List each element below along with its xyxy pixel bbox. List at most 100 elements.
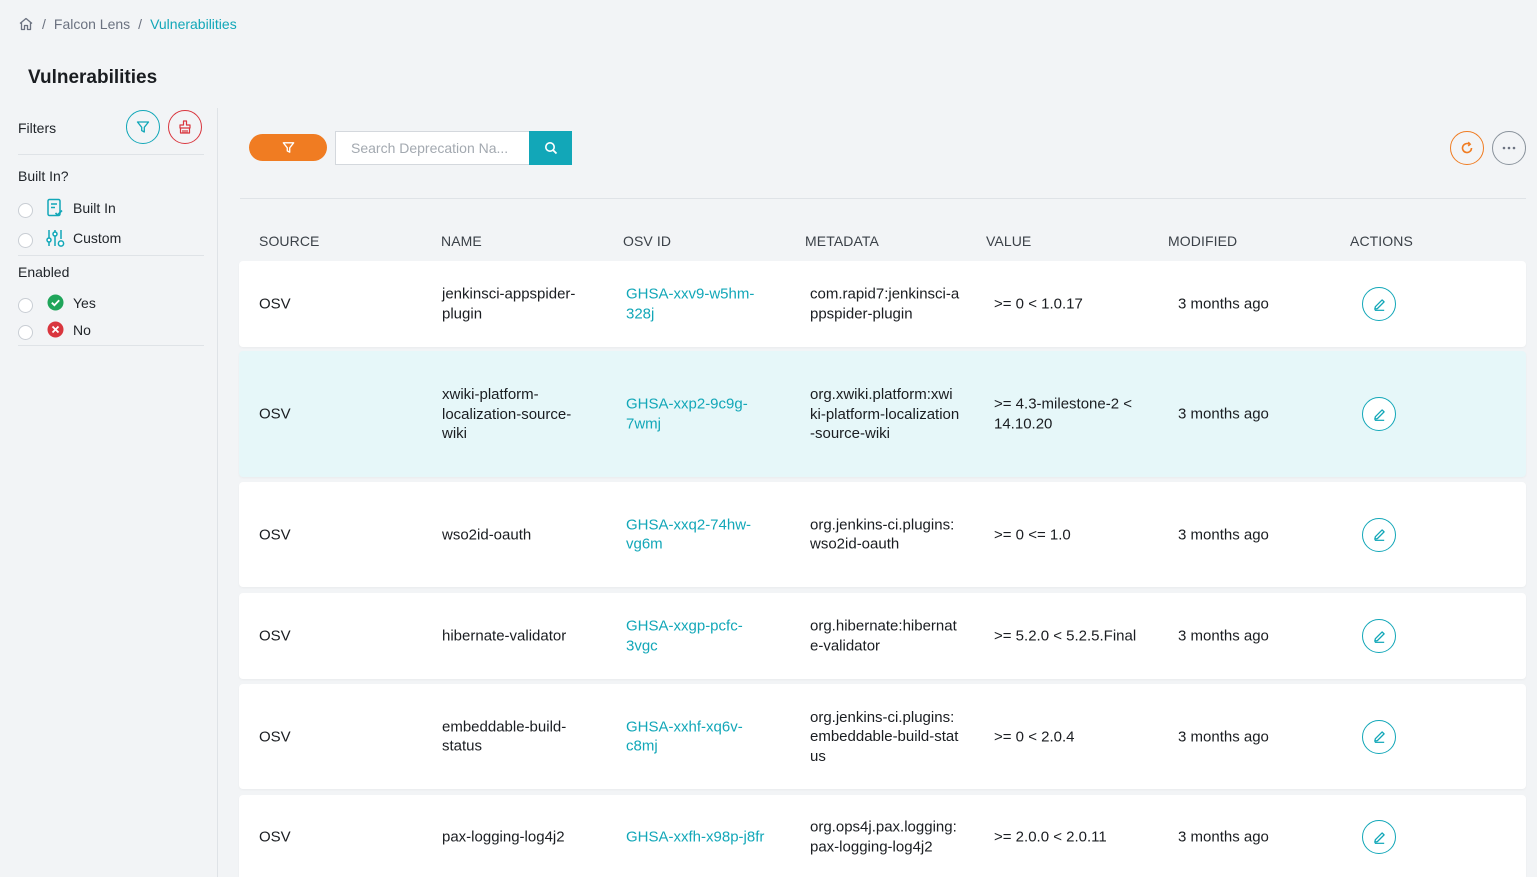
- edit-button[interactable]: [1362, 719, 1396, 754]
- breadcrumb-root[interactable]: Falcon Lens: [54, 16, 130, 32]
- refresh-button[interactable]: [1450, 131, 1484, 165]
- funnel-icon: [136, 121, 150, 133]
- column-header-metadata[interactable]: METADATA: [805, 233, 879, 249]
- cell-modified: 3 months ago: [1178, 727, 1269, 745]
- divider: [18, 345, 204, 346]
- radio-custom[interactable]: [18, 233, 33, 248]
- table-row[interactable]: OSV hibernate-validator GHSA-xxgp-pcfc-3…: [239, 593, 1526, 679]
- divider: [240, 198, 1526, 199]
- filters-label: Filters: [18, 120, 57, 136]
- cell-metadata: org.jenkins-ci.plugins:wso2id-oauth: [810, 516, 955, 553]
- radio-no[interactable]: [18, 325, 33, 340]
- osv-id-link[interactable]: GHSA-xxq2-74hw-vg6m: [626, 515, 771, 554]
- edit-button[interactable]: [1362, 287, 1396, 321]
- filter-option-label: Yes: [73, 294, 96, 311]
- filter-option-no[interactable]: No: [18, 319, 91, 340]
- cell-value: >= 0 < 1.0.17: [994, 295, 1083, 313]
- osv-id-link[interactable]: GHSA-xxv9-w5hm-328j: [626, 285, 771, 324]
- more-options-button[interactable]: [1492, 131, 1526, 165]
- filter-option-yes[interactable]: Yes: [18, 292, 96, 313]
- breadcrumb-separator: /: [42, 16, 46, 32]
- cell-name: jenkinsci-appspider-plugin: [442, 285, 576, 323]
- cell-metadata: org.jenkins-ci.plugins:embeddable-build-…: [810, 708, 959, 765]
- radio-yes[interactable]: [18, 298, 33, 313]
- cell-metadata: org.hibernate:hibernate-validator: [810, 617, 957, 655]
- edit-button[interactable]: [1362, 820, 1396, 854]
- filter-sidebar: Filters Built In? Built In Custom Enable…: [0, 108, 218, 877]
- cell-source: OSV: [259, 727, 291, 745]
- toggle-filters-button[interactable]: [249, 134, 327, 161]
- cell-value: >= 2.0.0 < 2.0.11: [994, 828, 1107, 846]
- cell-modified: 3 months ago: [1178, 525, 1269, 543]
- page-title: Vulnerabilities: [28, 67, 158, 88]
- edit-button[interactable]: [1362, 619, 1396, 653]
- filter-option-custom[interactable]: Custom: [18, 227, 121, 248]
- x-circle-icon: [45, 320, 65, 340]
- cell-value: >= 4.3-milestone-2 < 14.10.20: [994, 395, 1132, 433]
- osv-id-link[interactable]: GHSA-xxp2-9c9g-7wmj: [626, 395, 771, 434]
- broom-icon: [179, 120, 191, 134]
- edit-button[interactable]: [1362, 397, 1396, 431]
- cell-modified: 3 months ago: [1178, 627, 1269, 645]
- cell-value: >= 0 <= 1.0: [994, 525, 1071, 543]
- cell-name: pax-logging-log4j2: [442, 828, 565, 846]
- breadcrumb-separator: /: [138, 16, 143, 32]
- check-circle-icon: [45, 293, 65, 313]
- cell-source: OSV: [259, 295, 291, 313]
- cell-metadata: com.rapid7:jenkinsci-appspider-plugin: [810, 285, 960, 323]
- pencil-icon: [1373, 731, 1385, 743]
- table-row[interactable]: OSV embeddable-build-status GHSA-xxhf-xq…: [239, 684, 1526, 789]
- cell-name: embeddable-build-status: [442, 718, 567, 755]
- cell-value: >= 5.2.0 < 5.2.5.Final: [994, 627, 1137, 645]
- osv-id-link[interactable]: GHSA-xxgp-pcfc-3vgc: [626, 617, 771, 656]
- breadcrumb-current: Vulnerabilities: [150, 16, 237, 32]
- filter-option-label: Custom: [73, 229, 122, 246]
- cell-name: xwiki-platform-localization-source-wiki: [442, 385, 572, 442]
- table-row[interactable]: OSV wso2id-oauth GHSA-xxq2-74hw-vg6m org…: [239, 482, 1526, 587]
- column-header-source[interactable]: SOURCE: [259, 233, 320, 249]
- table-row[interactable]: OSV pax-logging-log4j2 GHSA-xxfh-x98p-j8…: [239, 795, 1526, 877]
- cell-modified: 3 months ago: [1178, 828, 1269, 846]
- edit-button[interactable]: [1362, 517, 1396, 552]
- apply-filter-button[interactable]: [126, 110, 160, 144]
- search-button[interactable]: [529, 131, 572, 165]
- cell-name: wso2id-oauth: [442, 525, 532, 543]
- radio-built-in[interactable]: [18, 203, 33, 218]
- clear-filter-button[interactable]: [168, 110, 202, 144]
- cell-modified: 3 months ago: [1178, 295, 1269, 313]
- built-in-group-title: Built In?: [18, 168, 69, 184]
- filters-header: Filters: [18, 108, 204, 155]
- cell-metadata: org.xwiki.platform:xwiki-platform-locali…: [810, 385, 960, 442]
- cell-value: >= 0 < 2.0.4: [994, 727, 1075, 745]
- refresh-icon: [1461, 141, 1473, 154]
- column-header-modified[interactable]: MODIFIED: [1168, 233, 1237, 249]
- checklist-icon: [45, 198, 65, 218]
- filter-option-built-in[interactable]: Built In: [18, 197, 116, 218]
- filter-option-label: Built In: [73, 199, 116, 216]
- table-header: SOURCE NAME OSV ID METADATA VALUE MODIFI…: [239, 233, 1526, 251]
- table-row[interactable]: OSV xwiki-platform-localization-source-w…: [239, 351, 1526, 477]
- osv-id-link[interactable]: GHSA-xxfh-x98p-j8fr: [626, 827, 771, 847]
- pencil-icon: [1373, 529, 1385, 541]
- table-row[interactable]: OSV jenkinsci-appspider-plugin GHSA-xxv9…: [239, 261, 1526, 347]
- search-input[interactable]: [336, 132, 529, 164]
- cell-name: hibernate-validator: [442, 627, 567, 645]
- column-header-osv-id[interactable]: OSV ID: [623, 233, 671, 249]
- sliders-icon: [45, 228, 65, 248]
- pencil-icon: [1373, 408, 1385, 421]
- home-icon[interactable]: [18, 16, 34, 32]
- ellipsis-icon: [1502, 146, 1516, 150]
- search-box: [335, 131, 529, 165]
- cell-modified: 3 months ago: [1178, 405, 1269, 423]
- pencil-icon: [1373, 831, 1385, 844]
- cell-source: OSV: [259, 405, 291, 423]
- column-header-name[interactable]: NAME: [441, 233, 482, 249]
- breadcrumb: / Falcon Lens / Vulnerabilities: [18, 16, 237, 32]
- cell-metadata: org.ops4j.pax.logging:pax-logging-log4j2: [810, 818, 957, 856]
- pencil-icon: [1373, 298, 1385, 311]
- column-header-value[interactable]: VALUE: [986, 233, 1031, 249]
- search-icon: [544, 142, 557, 155]
- cell-source: OSV: [259, 828, 291, 846]
- osv-id-link[interactable]: GHSA-xxhf-xq6v-c8mj: [626, 717, 771, 756]
- column-header-actions: ACTIONS: [1350, 233, 1413, 249]
